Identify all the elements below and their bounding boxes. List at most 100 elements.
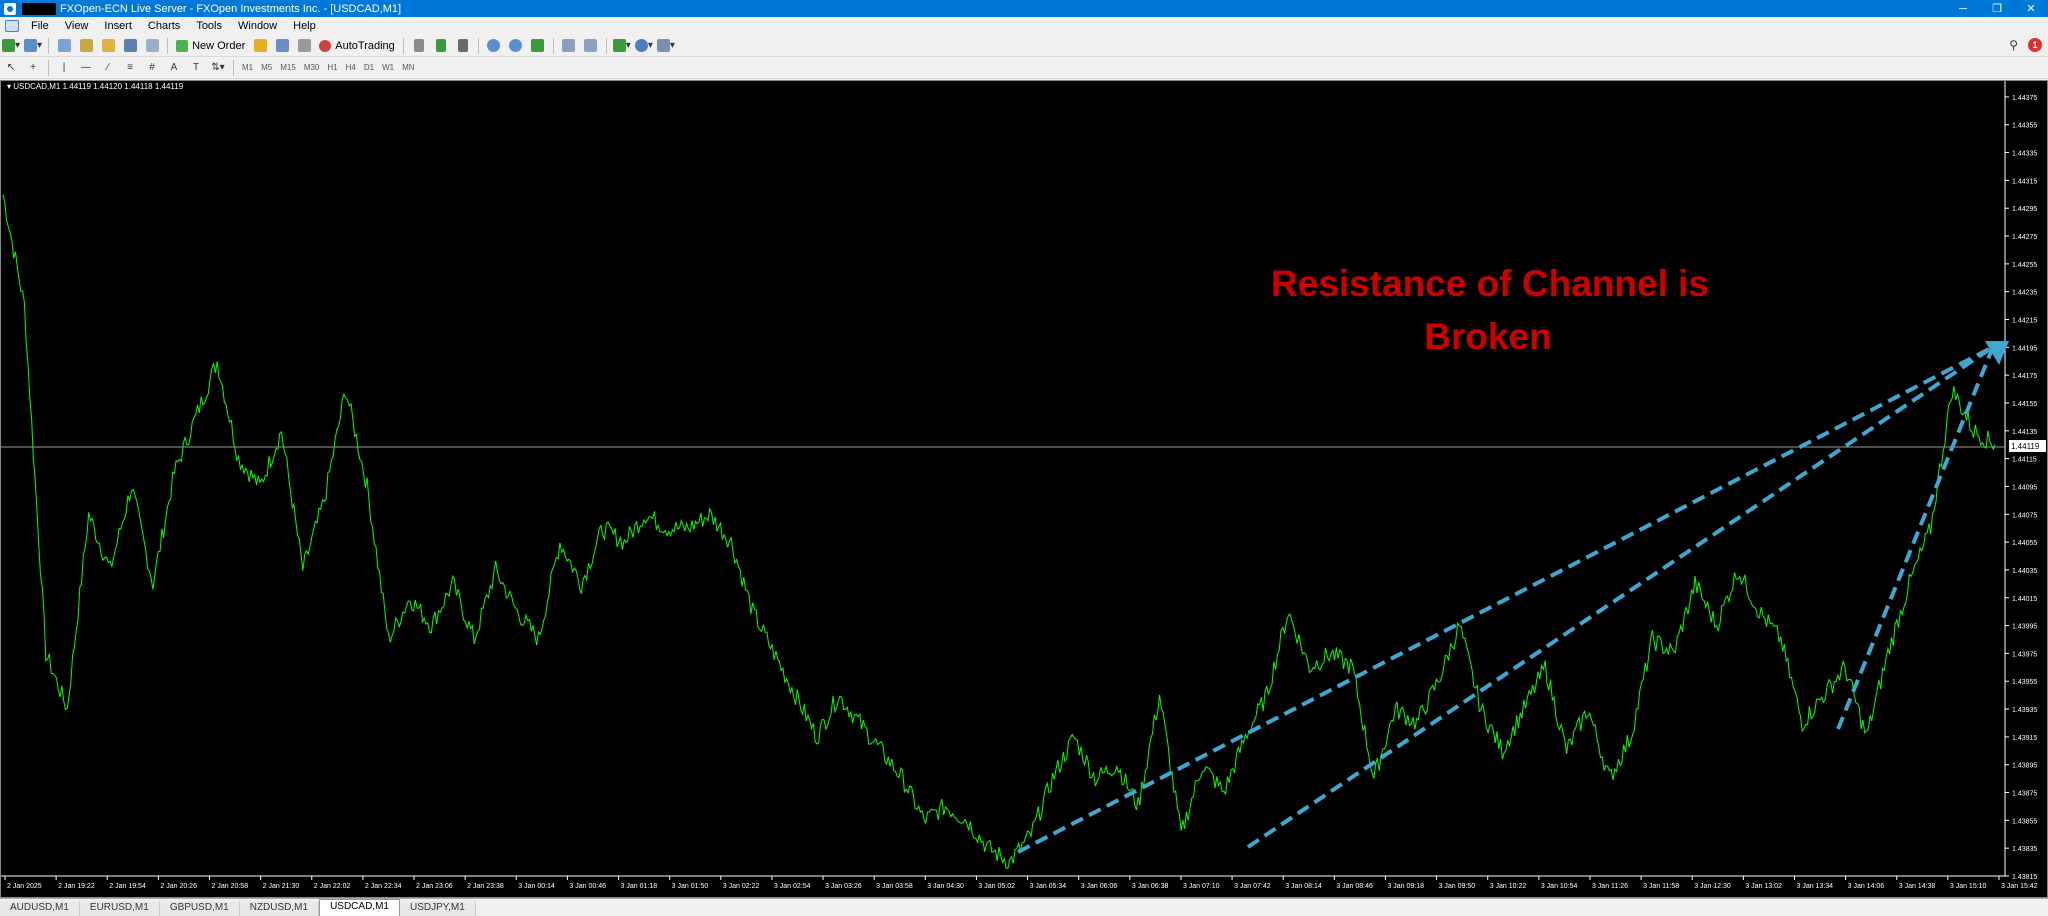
x-tick-label: 3 Jan 09:18 bbox=[1387, 883, 1424, 890]
tab-audusd[interactable]: AUDUSD,M1 bbox=[0, 901, 80, 916]
equidistant-channel-icon[interactable]: ≡ bbox=[121, 59, 139, 77]
profiles-button[interactable]: ▾ bbox=[24, 37, 42, 55]
horizontal-line-icon[interactable]: — bbox=[77, 59, 95, 77]
chart-tabs: AUDUSD,M1 EURUSD,M1 GBPUSD,M1 NZDUSD,M1 … bbox=[0, 898, 2048, 916]
chart-shift-icon[interactable] bbox=[582, 37, 600, 55]
new-order-button[interactable]: New Order bbox=[172, 37, 249, 55]
strategy-tester-icon[interactable] bbox=[143, 37, 161, 55]
x-tick-label: 3 Jan 08:14 bbox=[1285, 883, 1322, 890]
chart-symbol-header: ▾ USDCAD,M1 1.44119 1.44120 1.44118 1.44… bbox=[7, 82, 184, 91]
arrows-icon[interactable]: ⇅▾ bbox=[209, 59, 227, 77]
y-tick-label: 1.44035 bbox=[2012, 568, 2037, 575]
chart-window[interactable]: 1.44375 1.44355 1.44335 1.44315 1.44295 1.442… bbox=[0, 80, 2048, 898]
x-tick-label: 3 Jan 09:50 bbox=[1439, 883, 1476, 890]
autotrading-button[interactable]: AutoTrading bbox=[315, 37, 399, 55]
tab-eurusd[interactable]: EURUSD,M1 bbox=[79, 901, 160, 916]
x-tick-label: 3 Jan 11:26 bbox=[1592, 883, 1628, 890]
menu-charts[interactable]: Charts bbox=[140, 17, 188, 35]
zoom-in-icon[interactable] bbox=[485, 37, 503, 55]
auto-scroll-icon[interactable] bbox=[560, 37, 578, 55]
cursor-icon[interactable]: ↖ bbox=[2, 59, 20, 77]
fibonacci-icon[interactable]: # bbox=[143, 59, 161, 77]
trendline-icon[interactable]: ⁄ bbox=[99, 59, 117, 77]
menu-window[interactable]: Window bbox=[230, 17, 285, 35]
channel-support-line bbox=[1246, 345, 1995, 849]
timeframe-h1[interactable]: H1 bbox=[323, 60, 341, 76]
close-button[interactable]: ✕ bbox=[2014, 0, 2048, 17]
zoom-out-icon[interactable] bbox=[507, 37, 525, 55]
channel-resistance-line bbox=[1017, 345, 1994, 854]
timeframe-w1[interactable]: W1 bbox=[378, 60, 398, 76]
y-tick-label: 1.43975 bbox=[2012, 651, 2037, 658]
market-icon[interactable] bbox=[295, 37, 313, 55]
menu-view[interactable]: View bbox=[57, 17, 97, 35]
templates-icon[interactable]: ▾ bbox=[656, 37, 675, 55]
notifications-icon[interactable]: 1 bbox=[2028, 38, 2042, 52]
y-tick-label: 1.43835 bbox=[2012, 846, 2037, 853]
menu-bar: File View Insert Charts Tools Window Hel… bbox=[0, 17, 2048, 35]
price-chart[interactable]: 1.44375 1.44355 1.44335 1.44315 1.44295 1.442… bbox=[1, 81, 2047, 897]
x-tick-label: 3 Jan 05:02 bbox=[978, 883, 1015, 890]
trend-lines bbox=[1017, 345, 1995, 854]
tab-usdcad[interactable]: USDCAD,M1 bbox=[319, 899, 400, 916]
metaeditor-icon[interactable] bbox=[251, 37, 269, 55]
menu-tools[interactable]: Tools bbox=[188, 17, 230, 35]
menu-file[interactable]: File bbox=[23, 17, 57, 35]
x-tick-label: 3 Jan 06:06 bbox=[1081, 883, 1118, 890]
new-chart-button[interactable]: ▾ bbox=[2, 37, 20, 55]
tab-usdjpy[interactable]: USDJPY,M1 bbox=[399, 901, 476, 916]
y-tick-label: 1.43855 bbox=[2012, 818, 2037, 825]
vertical-line-icon[interactable]: | bbox=[55, 59, 73, 77]
navigator-icon[interactable] bbox=[99, 37, 117, 55]
timeframe-m5[interactable]: M5 bbox=[257, 60, 276, 76]
market-watch-icon[interactable] bbox=[55, 37, 73, 55]
x-tick-label: 3 Jan 03:58 bbox=[876, 883, 913, 890]
menu-help[interactable]: Help bbox=[285, 17, 324, 35]
y-tick-label: 1.43935 bbox=[2012, 707, 2037, 714]
y-tick-label: 1.44355 bbox=[2012, 123, 2037, 130]
y-tick-label: 1.43815 bbox=[2012, 874, 2037, 881]
annotation-line-1: Resistance of Channel is bbox=[1271, 263, 1709, 304]
menu-insert[interactable]: Insert bbox=[96, 17, 140, 35]
x-tick-label: 3 Jan 00:14 bbox=[518, 883, 555, 890]
x-tick-label: 2 Jan 19:22 bbox=[58, 883, 95, 890]
timeframe-m15[interactable]: M15 bbox=[276, 60, 300, 76]
timeframe-m1[interactable]: M1 bbox=[238, 60, 257, 76]
data-window-icon[interactable] bbox=[77, 37, 95, 55]
line-chart-icon[interactable] bbox=[454, 37, 472, 55]
minimize-button[interactable]: ─ bbox=[1946, 0, 1980, 17]
x-tick-label: 3 Jan 15:42 bbox=[2001, 883, 2038, 890]
timeframe-d1[interactable]: D1 bbox=[360, 60, 378, 76]
tab-nzdusd[interactable]: NZDUSD,M1 bbox=[239, 901, 320, 916]
timeframe-mn[interactable]: MN bbox=[398, 60, 418, 76]
timeframe-h4[interactable]: H4 bbox=[342, 60, 360, 76]
title-bar: FXOpen-ECN Live Server - FXOpen Investme… bbox=[0, 0, 2048, 17]
app-icon bbox=[4, 2, 16, 15]
signals-icon[interactable] bbox=[273, 37, 291, 55]
y-tick-label: 1.43895 bbox=[2012, 763, 2037, 770]
y-tick-label: 1.44275 bbox=[2012, 234, 2037, 241]
x-tick-label: 3 Jan 02:22 bbox=[723, 883, 760, 890]
y-tick-label: 1.43915 bbox=[2012, 735, 2037, 742]
tile-windows-icon[interactable] bbox=[529, 37, 547, 55]
indicators-icon[interactable]: ▾ bbox=[612, 37, 631, 55]
crosshair-icon[interactable]: + bbox=[24, 59, 42, 77]
text-icon[interactable]: A bbox=[165, 59, 183, 77]
y-tick-label: 1.44195 bbox=[2012, 345, 2037, 352]
x-tick-label: 2 Jan 21:30 bbox=[263, 883, 300, 890]
x-tick-label: 3 Jan 13:34 bbox=[1796, 883, 1833, 890]
bar-chart-icon[interactable] bbox=[410, 37, 428, 55]
periods-icon[interactable]: ▾ bbox=[634, 37, 653, 55]
candlestick-icon[interactable] bbox=[432, 37, 450, 55]
timeframe-m30[interactable]: M30 bbox=[300, 60, 324, 76]
search-icon[interactable]: ⚲ bbox=[2009, 38, 2018, 52]
x-tick-label: 3 Jan 14:38 bbox=[1899, 883, 1936, 890]
restore-button[interactable]: ❐ bbox=[1980, 0, 2014, 17]
tab-gbpusd[interactable]: GBPUSD,M1 bbox=[159, 901, 240, 916]
chart-window-icon[interactable] bbox=[5, 20, 19, 32]
terminal-icon[interactable] bbox=[121, 37, 139, 55]
text-label-icon[interactable]: T bbox=[187, 59, 205, 77]
annotation-line-2: Broken bbox=[1424, 316, 1551, 357]
x-tick-label: 3 Jan 02:54 bbox=[774, 883, 811, 890]
x-tick-label: 2 Jan 19:54 bbox=[109, 883, 146, 890]
